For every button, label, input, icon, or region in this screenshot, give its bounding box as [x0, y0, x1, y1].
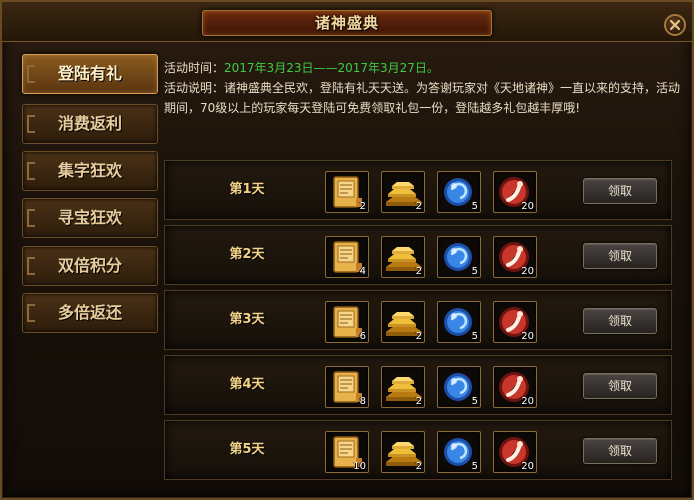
- claim-button[interactable]: 领取: [583, 308, 657, 334]
- reward-count: 20: [521, 461, 534, 472]
- sidebar-item-login-gift[interactable]: 登陆有礼: [22, 54, 158, 94]
- day-label: 第4天: [229, 377, 265, 392]
- window-title: 诸神盛典: [314, 14, 379, 32]
- reward-count: 2: [415, 396, 422, 407]
- sidebar-item-spend-rebate[interactable]: 消费返利: [22, 104, 158, 144]
- event-time-label: 活动时间：: [164, 61, 225, 75]
- claim-button[interactable]: 领取: [583, 243, 657, 269]
- title-bar: 诸神盛典: [2, 2, 692, 42]
- reward-count: 2: [415, 266, 422, 277]
- sidebar-item-double-points[interactable]: 双倍积分: [22, 246, 158, 286]
- reward-blue-orb[interactable]: 5: [437, 301, 481, 343]
- reward-count: 5: [471, 461, 478, 472]
- reward-blue-orb[interactable]: 5: [437, 171, 481, 213]
- reward-count: 2: [415, 201, 422, 212]
- reward-count: 5: [471, 396, 478, 407]
- reward-gold-bars[interactable]: 2: [381, 236, 425, 278]
- reward-gold-bars[interactable]: 2: [381, 366, 425, 408]
- day-row-5: 第5天 10 2 5 20 领取: [164, 420, 672, 480]
- claim-button[interactable]: 领取: [583, 178, 657, 204]
- reward-count: 20: [521, 201, 534, 212]
- reward-count: 5: [471, 331, 478, 342]
- day-label: 第2天: [229, 247, 265, 262]
- reward-gold-bars[interactable]: 2: [381, 431, 425, 473]
- reward-count: 5: [471, 201, 478, 212]
- reward-red-orb[interactable]: 20: [493, 366, 537, 408]
- event-desc-label: 活动说明：: [164, 81, 225, 95]
- event-info: 活动时间：2017年3月23日——2017年3月27日。 活动说明：诸神盛典全民…: [164, 58, 684, 144]
- reward-blue-orb[interactable]: 5: [437, 431, 481, 473]
- event-desc-row: 活动说明：诸神盛典全民欢，登陆有礼天天送。为答谢玩家对《天地诸神》一直以来的支持…: [164, 78, 684, 98]
- sidebar-item-label: 消费返利: [57, 114, 122, 133]
- reward-count: 2: [359, 201, 366, 212]
- reward-scroll[interactable]: 6: [325, 301, 369, 343]
- reward-count: 20: [521, 331, 534, 342]
- sidebar-item-label: 多倍返还: [57, 303, 122, 322]
- close-button[interactable]: [664, 14, 686, 36]
- reward-red-orb[interactable]: 20: [493, 431, 537, 473]
- claim-button[interactable]: 领取: [583, 373, 657, 399]
- reward-count: 5: [471, 266, 478, 277]
- sidebar-item-multi-return[interactable]: 多倍返还: [22, 293, 158, 333]
- reward-gold-bars[interactable]: 2: [381, 171, 425, 213]
- title-plate: 诸神盛典: [202, 10, 492, 36]
- day-label: 第1天: [229, 182, 265, 197]
- day-row-1: 第1天 2 2 5 20 领取: [164, 160, 672, 220]
- event-desc-text-2: 期间，70级以上的玩家每天登陆可免费领取礼包一份，登陆越多礼包越丰厚哦!: [164, 101, 581, 115]
- sidebar-item-label: 寻宝狂欢: [57, 208, 122, 227]
- reward-count: 20: [521, 396, 534, 407]
- close-icon: [669, 19, 681, 31]
- event-desc-text-1: 诸神盛典全民欢，登陆有礼天天送。为答谢玩家对《天地诸神》一直以来的支持，活动: [224, 81, 681, 95]
- reward-gold-bars[interactable]: 2: [381, 301, 425, 343]
- sidebar-item-label: 登陆有礼: [57, 64, 122, 83]
- day-row-3: 第3天 6 2 5 20 领取: [164, 290, 672, 350]
- reward-scroll[interactable]: 2: [325, 171, 369, 213]
- reward-blue-orb[interactable]: 5: [437, 236, 481, 278]
- event-time-value: 2017年3月23日——2017年3月27日。: [224, 61, 439, 75]
- event-time-row: 活动时间：2017年3月23日——2017年3月27日。: [164, 58, 684, 78]
- event-desc-row-2: 期间，70级以上的玩家每天登陆可免费领取礼包一份，登陆越多礼包越丰厚哦!: [164, 98, 684, 118]
- claim-button[interactable]: 领取: [583, 438, 657, 464]
- reward-count: 6: [359, 331, 366, 342]
- reward-count: 10: [353, 461, 366, 472]
- reward-blue-orb[interactable]: 5: [437, 366, 481, 408]
- daily-reward-list: 第1天 2 2 5 20 领取 第2天 4 2 5 20 领取 第3天 6 2 …: [164, 150, 688, 490]
- day-label: 第5天: [229, 442, 265, 457]
- reward-red-orb[interactable]: 20: [493, 301, 537, 343]
- reward-count: 8: [359, 396, 366, 407]
- reward-count: 2: [415, 331, 422, 342]
- day-label: 第3天: [229, 312, 265, 327]
- day-row-2: 第2天 4 2 5 20 领取: [164, 225, 672, 285]
- day-row-4: 第4天 8 2 5 20 领取: [164, 355, 672, 415]
- reward-scroll[interactable]: 4: [325, 236, 369, 278]
- sidebar-item-label: 集字狂欢: [57, 161, 122, 180]
- sidebar-item-word-collect[interactable]: 集字狂欢: [22, 151, 158, 191]
- reward-red-orb[interactable]: 20: [493, 171, 537, 213]
- sidebar-item-treasure-hunt[interactable]: 寻宝狂欢: [22, 198, 158, 238]
- reward-count: 20: [521, 266, 534, 277]
- sidebar: 登陆有礼 消费返利 集字狂欢 寻宝狂欢 双倍积分 多倍返还: [22, 54, 162, 339]
- reward-red-orb[interactable]: 20: [493, 236, 537, 278]
- reward-count: 2: [415, 461, 422, 472]
- sidebar-item-label: 双倍积分: [57, 256, 122, 275]
- event-window: 诸神盛典 登陆有礼 消费返利 集字狂欢 寻宝狂欢 双倍积分 多倍返还 活动时间：…: [0, 0, 694, 500]
- reward-count: 4: [359, 266, 366, 277]
- reward-scroll[interactable]: 8: [325, 366, 369, 408]
- reward-scroll[interactable]: 10: [325, 431, 369, 473]
